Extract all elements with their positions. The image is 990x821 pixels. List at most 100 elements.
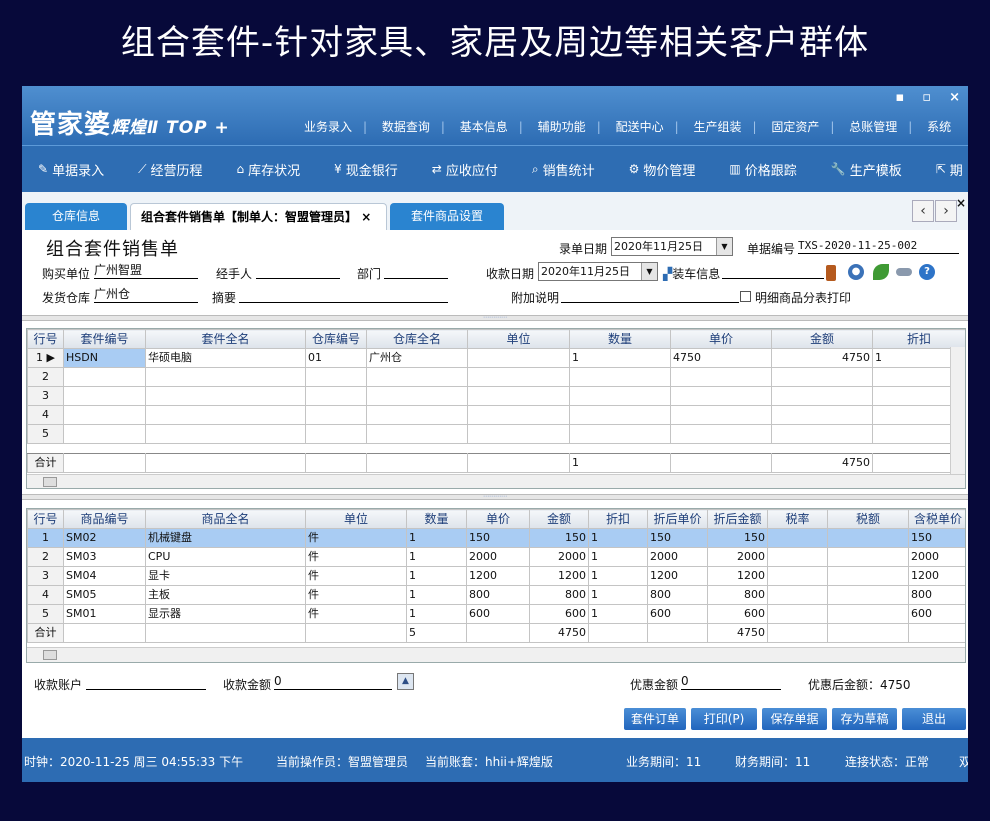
table-row[interactable]: 1 SM02 机械键盘件 1 150 150 1 150 150 150 xyxy=(27,528,965,548)
record-date-picker[interactable]: 2020年11月25日 ▼ xyxy=(611,237,733,256)
warehouse-code-cell[interactable]: 01 xyxy=(305,348,367,368)
dept-field[interactable] xyxy=(384,263,448,279)
column-header[interactable]: 折后金额 xyxy=(707,509,768,529)
column-header[interactable]: 含税单价 xyxy=(908,509,965,529)
chevron-up-icon[interactable]: ▲ xyxy=(397,673,414,690)
table-row[interactable]: 2 SM03 CPU 件 1 2000 2000 1 2000 2000 2000 xyxy=(27,547,965,567)
column-header[interactable]: 金额 xyxy=(771,329,873,349)
amount-cell[interactable]: 4750 xyxy=(771,348,873,368)
price-cell[interactable]: 4750 xyxy=(670,348,772,368)
detail-print-checkbox[interactable] xyxy=(740,291,751,302)
chevron-down-icon[interactable]: ▼ xyxy=(641,263,657,280)
extra-field[interactable] xyxy=(561,287,739,303)
table-row[interactable]: 3 xyxy=(27,386,965,406)
toolbar-item-receivable[interactable]: ⇄ 应收应付 xyxy=(432,160,498,179)
horizontal-scrollbar[interactable] xyxy=(27,647,965,662)
menu-item[interactable]: 业务录入 xyxy=(304,118,352,135)
column-header[interactable]: 商品编号 xyxy=(63,509,146,529)
minimize-icon[interactable]: ▪ xyxy=(895,90,904,105)
column-header[interactable]: 行号 xyxy=(27,509,64,529)
horizontal-scrollbar[interactable] xyxy=(27,474,965,488)
toolbar-item-stock[interactable]: ⌂ 库存状况 xyxy=(237,160,301,179)
tab-warehouse-info[interactable]: 仓库信息 xyxy=(25,203,127,230)
column-header[interactable]: 套件编号 xyxy=(63,329,146,349)
column-header[interactable]: 折扣 xyxy=(588,509,648,529)
menu-item[interactable]: 数据查询 xyxy=(382,118,430,135)
quantity-cell[interactable]: 1 xyxy=(569,348,671,368)
buyer-field[interactable]: 广州智盟 xyxy=(94,263,198,279)
warehouse-name-cell[interactable]: 广州仓 xyxy=(366,348,468,368)
unit-cell[interactable] xyxy=(467,348,570,368)
column-header[interactable]: 单位 xyxy=(305,509,407,529)
toolbar-item-template[interactable]: 🔧 生产模板 xyxy=(831,160,902,179)
menu-item[interactable]: 基本信息 xyxy=(460,118,508,135)
table-row[interactable]: 3 SM04 显卡件 1 1200 1200 1 1200 1200 1200 xyxy=(27,566,965,586)
help-icon[interactable]: ? xyxy=(919,264,935,280)
tab-prev-button[interactable]: ‹ xyxy=(912,200,934,222)
close-all-tabs-icon[interactable]: × xyxy=(956,196,966,210)
warehouse-field[interactable]: 广州仓 xyxy=(94,287,198,303)
menu-item[interactable]: 辅助功能 xyxy=(538,118,586,135)
column-header[interactable]: 税率 xyxy=(767,509,828,529)
toolbar-item-sales[interactable]: ⌕ 销售统计 xyxy=(532,160,595,179)
combo-order-button[interactable]: 套件订单 xyxy=(624,708,686,730)
print-button[interactable]: 打印(P) xyxy=(691,708,757,730)
leaf-icon[interactable] xyxy=(873,264,889,280)
save-draft-button[interactable]: 存为草稿 xyxy=(832,708,897,730)
chevron-down-icon[interactable]: ▼ xyxy=(716,238,732,255)
summary-field[interactable] xyxy=(239,287,448,303)
maximize-icon[interactable]: ▫ xyxy=(922,90,931,105)
receipt-amount-field[interactable]: 0 xyxy=(274,674,392,690)
vertical-scrollbar[interactable] xyxy=(950,347,965,477)
exit-button[interactable]: 退出 xyxy=(902,708,966,730)
column-header[interactable]: 金额 xyxy=(529,509,589,529)
table-row[interactable]: 5 SM01 显示器件 1 600 600 1 600 600 600 xyxy=(27,604,965,624)
splitter-top[interactable]: ⋯⋯⋯⋯ xyxy=(22,315,968,321)
loading-field[interactable] xyxy=(722,263,824,279)
tab-combo-sales[interactable]: 组合套件销售单【制单人：智盟管理员】 × xyxy=(130,203,387,230)
column-header[interactable]: 数量 xyxy=(406,509,467,529)
table-row[interactable]: 5 xyxy=(27,424,965,444)
menu-item[interactable]: 总账管理 xyxy=(849,118,897,135)
column-header[interactable]: 仓库编号 xyxy=(305,329,367,349)
door-icon[interactable] xyxy=(826,265,836,281)
table-row[interactable]: 4 xyxy=(27,405,965,425)
doc-no-field[interactable]: TXS-2020-11-25-002 xyxy=(798,238,959,254)
tab-next-button[interactable]: › xyxy=(935,200,957,222)
table-row[interactable]: 1 ▶ HSDN 华硕电脑 01 广州仓 1 4750 4750 1 xyxy=(27,348,965,368)
toolbar-item-cash[interactable]: ¥ 现金银行 xyxy=(334,160,398,179)
column-header[interactable]: 套件全名 xyxy=(145,329,306,349)
combo-name-cell[interactable]: 华硕电脑 xyxy=(145,348,306,368)
account-field[interactable] xyxy=(86,674,206,690)
save-button[interactable]: 保存单据 xyxy=(762,708,827,730)
menu-item[interactable]: 系统 xyxy=(927,118,951,135)
toolbar-item-period[interactable]: ⇱ 期 xyxy=(936,160,963,179)
discount-field[interactable]: 0 xyxy=(681,674,781,690)
close-icon[interactable]: × xyxy=(949,90,960,105)
menu-item[interactable]: 生产组装 xyxy=(693,118,741,135)
column-header[interactable]: 单位 xyxy=(467,329,570,349)
toolbar-item-pricing[interactable]: ⚙ 物价管理 xyxy=(629,160,696,179)
link-icon[interactable] xyxy=(896,268,912,276)
column-header[interactable]: 折扣 xyxy=(872,329,965,349)
column-header[interactable]: 单价 xyxy=(670,329,772,349)
toolbar-item-history[interactable]: ⟋ 经营历程 xyxy=(138,160,202,179)
column-header[interactable]: 税额 xyxy=(827,509,909,529)
toolbar-item-entry[interactable]: ✎ 单据录入 xyxy=(38,160,104,179)
column-header[interactable]: 行号 xyxy=(27,329,64,349)
splitter-middle[interactable]: ⋯⋯⋯⋯ xyxy=(22,494,968,500)
combo-code-cell[interactable]: HSDN xyxy=(63,348,146,368)
menu-item[interactable]: 配送中心 xyxy=(616,118,664,135)
tab-combo-settings[interactable]: 套件商品设置 xyxy=(390,203,504,230)
column-header[interactable]: 折后单价 xyxy=(647,509,708,529)
menu-item[interactable]: 固定资产 xyxy=(771,118,819,135)
receipt-date-picker[interactable]: 2020年11月25日 ▼ xyxy=(538,262,658,281)
handler-field[interactable] xyxy=(256,263,340,279)
column-header[interactable]: 商品全名 xyxy=(145,509,306,529)
tab-close-icon[interactable]: × xyxy=(361,210,371,224)
column-header[interactable]: 仓库全名 xyxy=(366,329,468,349)
user-icon[interactable]: ● xyxy=(848,264,864,280)
column-header[interactable]: 单价 xyxy=(466,509,530,529)
table-row[interactable]: 4 SM05 主板件 1 800 800 1 800 800 800 xyxy=(27,585,965,605)
column-header[interactable]: 数量 xyxy=(569,329,671,349)
